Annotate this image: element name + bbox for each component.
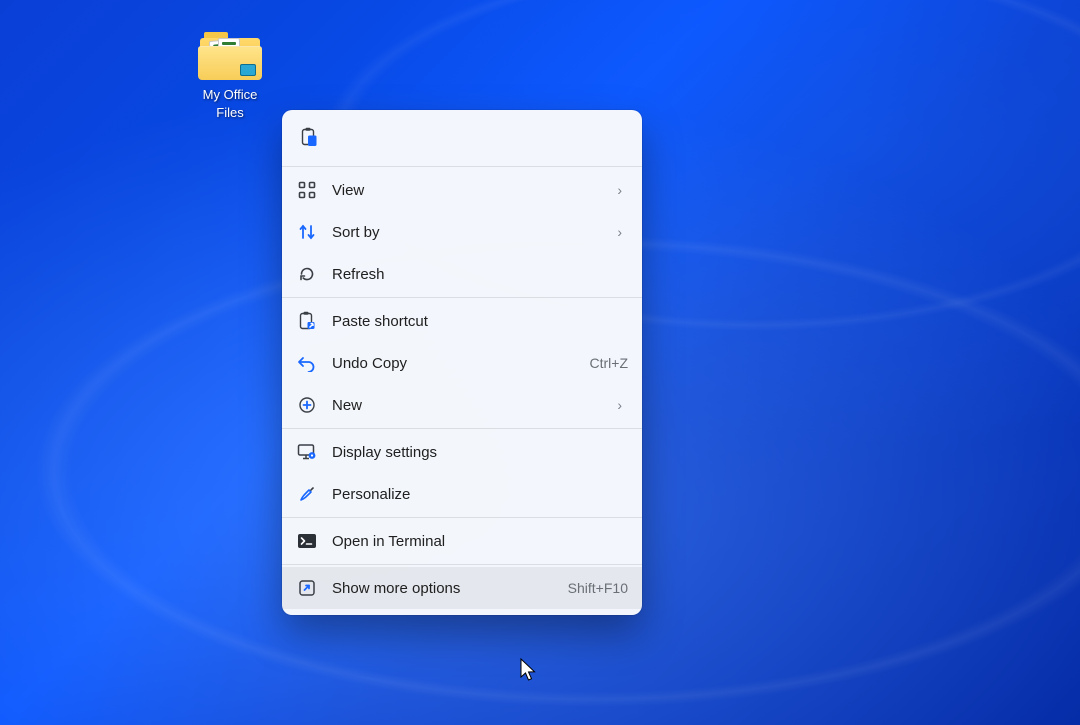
undo-icon <box>296 352 318 374</box>
menu-separator <box>282 166 642 167</box>
paste-shortcut-icon <box>296 310 318 332</box>
menu-item-label: Personalize <box>332 486 628 503</box>
paste-button[interactable] <box>292 120 326 154</box>
menu-item-label: Open in Terminal <box>332 533 628 550</box>
menu-item-new[interactable]: New › <box>282 384 642 426</box>
menu-separator <box>282 564 642 565</box>
menu-item-label: Display settings <box>332 444 628 461</box>
menu-item-show-more-options[interactable]: Show more options Shift+F10 <box>282 567 642 609</box>
menu-item-view[interactable]: View › <box>282 169 642 211</box>
plus-circle-icon <box>296 394 318 416</box>
show-more-icon <box>296 577 318 599</box>
menu-item-undo-copy[interactable]: Undo Copy Ctrl+Z <box>282 342 642 384</box>
menu-item-label: Refresh <box>332 266 628 283</box>
menu-item-refresh[interactable]: Refresh <box>282 253 642 295</box>
menu-item-label: Paste shortcut <box>332 313 628 330</box>
chevron-right-icon: › <box>617 224 628 240</box>
menu-item-shortcut: Shift+F10 <box>568 580 628 596</box>
desktop-icon-label: My Office Files <box>180 86 280 122</box>
paintbrush-icon <box>296 483 318 505</box>
desktop-folder-my-office-files[interactable]: My Office Files <box>180 30 280 122</box>
display-settings-icon <box>296 441 318 463</box>
windows-desktop[interactable]: My Office Files View › <box>0 0 1080 725</box>
menu-item-label: New <box>332 397 603 414</box>
menu-item-open-terminal[interactable]: Open in Terminal <box>282 520 642 562</box>
folder-icon <box>198 30 262 80</box>
terminal-icon <box>296 530 318 552</box>
mouse-cursor-icon <box>520 658 538 684</box>
menu-item-display-settings[interactable]: Display settings <box>282 431 642 473</box>
menu-item-paste-shortcut[interactable]: Paste shortcut <box>282 300 642 342</box>
menu-item-sort-by[interactable]: Sort by › <box>282 211 642 253</box>
sort-icon <box>296 221 318 243</box>
grid-icon <box>296 179 318 201</box>
menu-separator <box>282 297 642 298</box>
menu-item-personalize[interactable]: Personalize <box>282 473 642 515</box>
menu-separator <box>282 517 642 518</box>
menu-item-label: Undo Copy <box>332 355 576 372</box>
clipboard-paste-icon <box>300 127 318 147</box>
refresh-icon <box>296 263 318 285</box>
chevron-right-icon: › <box>617 182 628 198</box>
context-menu-top-row <box>282 116 642 164</box>
menu-separator <box>282 428 642 429</box>
menu-item-label: Sort by <box>332 224 603 241</box>
chevron-right-icon: › <box>617 397 628 413</box>
menu-item-shortcut: Ctrl+Z <box>590 355 629 371</box>
desktop-context-menu: View › Sort by › Refresh Paste shortcut <box>282 110 642 615</box>
menu-item-label: Show more options <box>332 580 554 597</box>
menu-item-label: View <box>332 182 603 199</box>
